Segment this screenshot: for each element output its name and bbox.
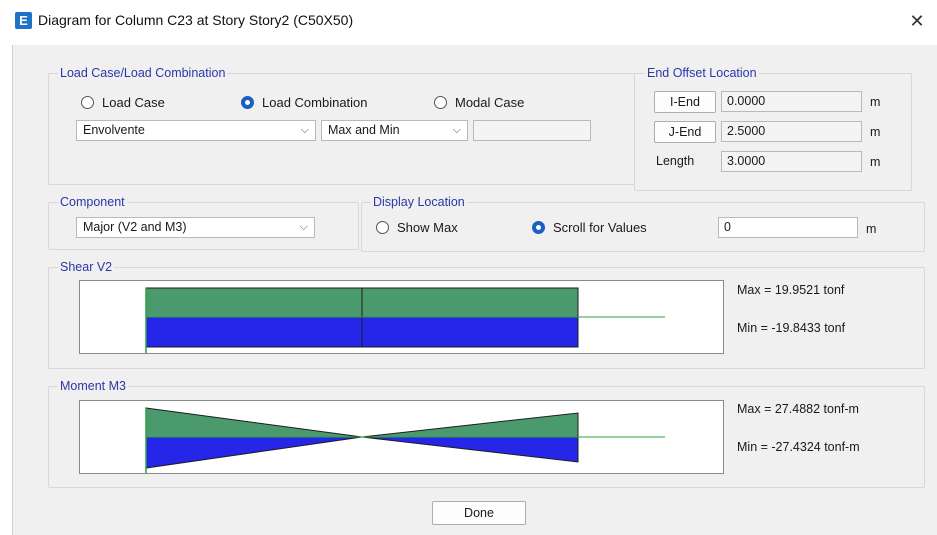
radio-scroll-label: Scroll for Values bbox=[553, 220, 647, 235]
moment-positive-right bbox=[361, 412, 579, 438]
moment-diagram-svg bbox=[145, 407, 665, 473]
i-end-button[interactable]: I-End bbox=[654, 91, 716, 113]
radio-show-max-label: Show Max bbox=[397, 220, 458, 235]
window-title: Diagram for Column C23 at Story Story2 (… bbox=[38, 12, 354, 28]
max-min-select-value: Max and Min bbox=[328, 123, 400, 137]
title-bar: E Diagram for Column C23 at Story Story2… bbox=[0, 0, 937, 44]
chevron-down-icon: ⌵ bbox=[299, 221, 308, 233]
j-end-unit: m bbox=[870, 125, 881, 139]
i-end-field[interactable]: 0.0000 bbox=[721, 91, 862, 112]
length-unit: m bbox=[870, 155, 881, 169]
location-unit: m bbox=[866, 222, 877, 236]
end-offset-legend: End Offset Location bbox=[645, 66, 759, 80]
chevron-down-icon: ⌵ bbox=[452, 124, 461, 136]
radio-load-case-label: Load Case bbox=[102, 95, 165, 110]
radio-show-max-dot[interactable] bbox=[376, 221, 389, 234]
moment-positive-left bbox=[145, 407, 363, 438]
radio-load-combination-label: Load Combination bbox=[262, 95, 368, 110]
length-label: Length bbox=[656, 154, 695, 168]
radio-scroll-dot[interactable] bbox=[532, 221, 545, 234]
moment-diagram bbox=[79, 400, 724, 474]
shear-diagram-svg bbox=[145, 287, 665, 353]
radio-scroll-for-values[interactable]: Scroll for Values bbox=[532, 220, 647, 235]
radio-load-combination[interactable]: Load Combination bbox=[241, 95, 368, 110]
i-end-unit: m bbox=[870, 95, 881, 109]
radio-load-combination-dot[interactable] bbox=[241, 96, 254, 109]
max-min-select[interactable]: Max and Min ⌵ bbox=[321, 120, 468, 141]
shear-max-readout: Max = 19.9521 tonf bbox=[737, 283, 845, 297]
combination-select[interactable]: Envolvente ⌵ bbox=[76, 120, 316, 141]
moment-negative-right bbox=[361, 436, 579, 463]
radio-modal-case-dot[interactable] bbox=[434, 96, 447, 109]
radio-load-case-dot[interactable] bbox=[81, 96, 94, 109]
app-logo-icon: E bbox=[15, 12, 32, 29]
component-select[interactable]: Major (V2 and M3) ⌵ bbox=[76, 217, 315, 238]
radio-modal-case-label: Modal Case bbox=[455, 95, 525, 110]
radio-show-max[interactable]: Show Max bbox=[376, 220, 458, 235]
component-select-value: Major (V2 and M3) bbox=[83, 220, 187, 234]
mode-number-field[interactable] bbox=[473, 120, 591, 141]
radio-modal-case[interactable]: Modal Case bbox=[434, 95, 524, 110]
shear-min-readout: Min = -19.8433 tonf bbox=[737, 321, 846, 335]
moment-negative-left bbox=[145, 436, 363, 469]
done-button[interactable]: Done bbox=[432, 501, 526, 525]
load-case-legend: Load Case/Load Combination bbox=[58, 66, 228, 80]
length-field[interactable]: 3.0000 bbox=[721, 151, 862, 172]
location-input[interactable]: 0 bbox=[718, 217, 858, 238]
component-legend: Component bbox=[58, 195, 127, 209]
j-end-field[interactable]: 2.5000 bbox=[721, 121, 862, 142]
shear-diagram bbox=[79, 280, 724, 354]
chevron-down-icon: ⌵ bbox=[300, 124, 309, 136]
combination-select-value: Envolvente bbox=[83, 123, 145, 137]
display-location-legend: Display Location bbox=[371, 195, 467, 209]
j-end-button[interactable]: J-End bbox=[654, 121, 716, 143]
moment-max-readout: Max = 27.4882 tonf-m bbox=[737, 402, 859, 416]
dialog-body: Load Case/Load Combination Load Case Loa… bbox=[12, 45, 937, 535]
radio-load-case[interactable]: Load Case bbox=[81, 95, 165, 110]
moment-min-readout: Min = -27.4324 tonf-m bbox=[737, 440, 860, 454]
moment-legend: Moment M3 bbox=[58, 379, 128, 393]
close-icon[interactable]: ✕ bbox=[905, 9, 929, 33]
shear-legend: Shear V2 bbox=[58, 260, 115, 274]
